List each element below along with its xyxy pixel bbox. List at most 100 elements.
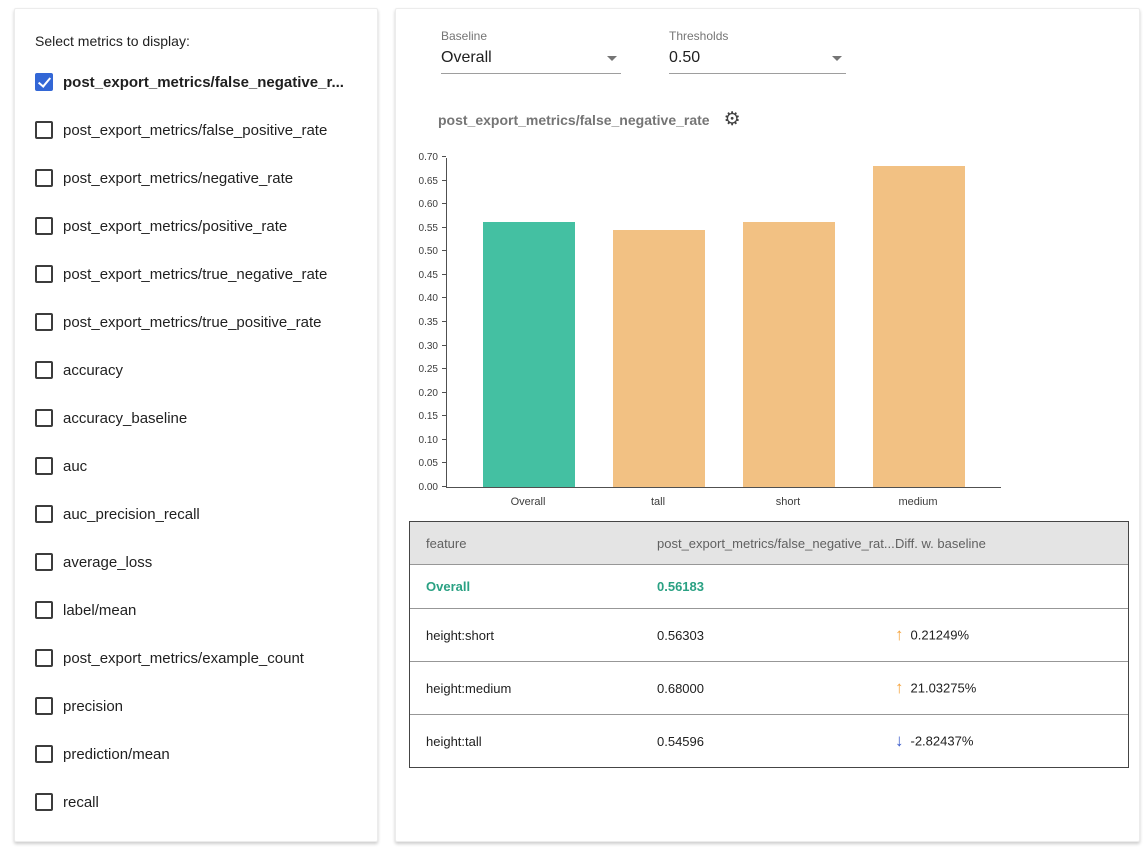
- chevron-down-icon: [607, 56, 617, 61]
- baseline-select[interactable]: Overall: [441, 49, 621, 74]
- y-axis-tick-label: 0.25: [396, 364, 438, 375]
- metric-list-item[interactable]: accuracy_baseline: [35, 394, 357, 442]
- metric-list-item[interactable]: auc: [35, 442, 357, 490]
- table-header-row: featurepost_export_metrics/false_negativ…: [410, 522, 1128, 564]
- checkbox-unchecked-icon[interactable]: [35, 121, 53, 139]
- metric-list-item[interactable]: accuracy: [35, 346, 357, 394]
- checkbox-unchecked-icon[interactable]: [35, 697, 53, 715]
- y-axis-tick-label: 0.50: [396, 246, 438, 257]
- checkbox-unchecked-icon[interactable]: [35, 553, 53, 571]
- feature-cell: height:medium: [410, 681, 641, 696]
- y-axis-tick-mark: [442, 439, 446, 440]
- metric-value-cell: 0.56183: [641, 579, 879, 594]
- metric-label: average_loss: [63, 554, 152, 571]
- metric-value-cell: 0.54596: [641, 734, 879, 749]
- metric-list-item[interactable]: auc_precision_recall: [35, 490, 357, 538]
- checkbox-unchecked-icon[interactable]: [35, 745, 53, 763]
- baseline-select-value: Overall: [441, 49, 492, 67]
- y-axis-tick-label: 0.30: [396, 341, 438, 352]
- metric-list-item[interactable]: post_export_metrics/false_positive_rate: [35, 106, 357, 154]
- metric-list-item[interactable]: post_export_metrics/positive_rate: [35, 202, 357, 250]
- y-axis-tick-mark: [442, 486, 446, 487]
- metric-list-item[interactable]: post_export_metrics/true_negative_rate: [35, 250, 357, 298]
- bar-short[interactable]: [743, 222, 835, 487]
- thresholds-select-value: 0.50: [669, 49, 700, 67]
- y-axis-tick-mark: [442, 203, 446, 204]
- baseline-control: Baseline Overall: [441, 29, 621, 74]
- diff-value: 0.21249%: [911, 628, 970, 643]
- table-header-cell: Diff. w. baseline: [879, 536, 1128, 551]
- metric-label: label/mean: [63, 602, 136, 619]
- checkbox-unchecked-icon[interactable]: [35, 505, 53, 523]
- metric-label: precision: [63, 698, 123, 715]
- metric-list-item[interactable]: post_export_metrics/true_positive_rate: [35, 298, 357, 346]
- y-axis-tick-mark: [442, 368, 446, 369]
- metric-list-item[interactable]: label/mean: [35, 586, 357, 634]
- y-axis-tick-label: 0.00: [396, 482, 438, 493]
- metric-list-item[interactable]: post_export_metrics/negative_rate: [35, 154, 357, 202]
- metric-list-item[interactable]: average_loss: [35, 538, 357, 586]
- checkbox-unchecked-icon[interactable]: [35, 409, 53, 427]
- panel-title: Select metrics to display:: [35, 33, 357, 49]
- metric-label: auc_precision_recall: [63, 506, 200, 523]
- metric-label: post_export_metrics/true_negative_rate: [63, 266, 327, 283]
- y-axis-tick-label: 0.55: [396, 223, 438, 234]
- y-axis-tick-label: 0.20: [396, 388, 438, 399]
- metric-list-item[interactable]: post_export_metrics/example_count: [35, 634, 357, 682]
- diff-value: -2.82437%: [911, 734, 974, 749]
- metric-value-cell: 0.68000: [641, 681, 879, 696]
- metric-label: accuracy_baseline: [63, 410, 187, 427]
- y-axis: 0.000.050.100.150.200.250.300.350.400.45…: [396, 158, 440, 488]
- thresholds-select[interactable]: 0.50: [669, 49, 846, 74]
- checkbox-unchecked-icon[interactable]: [35, 601, 53, 619]
- metric-list: post_export_metrics/false_negative_r...p…: [35, 58, 357, 826]
- metric-label: auc: [63, 458, 87, 475]
- table-header-cell: feature: [410, 536, 641, 551]
- checkbox-unchecked-icon[interactable]: [35, 457, 53, 475]
- y-axis-tick-mark: [442, 297, 446, 298]
- y-axis-tick-mark: [442, 156, 446, 157]
- checkbox-unchecked-icon[interactable]: [35, 649, 53, 667]
- arrow-up-icon: ↑: [895, 678, 904, 697]
- y-axis-tick-mark: [442, 415, 446, 416]
- checkbox-unchecked-icon[interactable]: [35, 169, 53, 187]
- table-row: height:medium0.68000↑21.03275%: [410, 661, 1128, 714]
- y-axis-tick-mark: [442, 274, 446, 275]
- x-axis-tick-label: short: [776, 496, 800, 508]
- y-axis-tick-label: 0.65: [396, 176, 438, 187]
- y-axis-tick-label: 0.60: [396, 199, 438, 210]
- y-axis-tick-mark: [442, 462, 446, 463]
- arrow-down-icon: ↓: [895, 731, 904, 750]
- table-row: height:tall0.54596 ↓ -2.82437%: [410, 714, 1128, 767]
- settings-gear-icon[interactable]: ⚙: [724, 110, 741, 129]
- metric-list-item[interactable]: prediction/mean: [35, 730, 357, 778]
- diff-cell: ↑ 0.21249%: [879, 625, 1128, 645]
- checkbox-checked-icon[interactable]: [35, 73, 53, 91]
- y-axis-tick-label: 0.05: [396, 458, 438, 469]
- y-axis-tick-label: 0.15: [396, 411, 438, 422]
- table-row: height:short0.56303↑0.21249%: [410, 608, 1128, 661]
- metric-list-item[interactable]: precision: [35, 682, 357, 730]
- checkbox-unchecked-icon[interactable]: [35, 793, 53, 811]
- y-axis-tick-mark: [442, 392, 446, 393]
- bar-medium[interactable]: [873, 166, 965, 487]
- checkbox-unchecked-icon[interactable]: [35, 361, 53, 379]
- chevron-down-icon: [832, 56, 842, 61]
- arrow-up-icon: ↑: [895, 625, 904, 644]
- feature-cell: Overall: [410, 579, 641, 594]
- bar-tall[interactable]: [613, 230, 705, 487]
- checkbox-unchecked-icon[interactable]: [35, 217, 53, 235]
- diff-cell: ↓ -2.82437%: [879, 731, 1128, 751]
- bar-Overall[interactable]: [483, 222, 575, 487]
- metric-label: post_export_metrics/true_positive_rate: [63, 314, 321, 331]
- checkbox-unchecked-icon[interactable]: [35, 313, 53, 331]
- metric-list-item[interactable]: recall: [35, 778, 357, 826]
- metric-list-item[interactable]: post_export_metrics/false_negative_r...: [35, 58, 357, 106]
- thresholds-control: Thresholds 0.50: [669, 29, 846, 74]
- feature-cell: height:tall: [410, 734, 641, 749]
- checkbox-unchecked-icon[interactable]: [35, 265, 53, 283]
- bar-chart: 0.000.050.100.150.200.250.300.350.400.45…: [396, 158, 1141, 528]
- results-panel: Baseline Overall Thresholds 0.50 post_ex…: [395, 8, 1140, 842]
- x-axis-tick-label: tall: [651, 496, 665, 508]
- y-axis-tick-label: 0.40: [396, 293, 438, 304]
